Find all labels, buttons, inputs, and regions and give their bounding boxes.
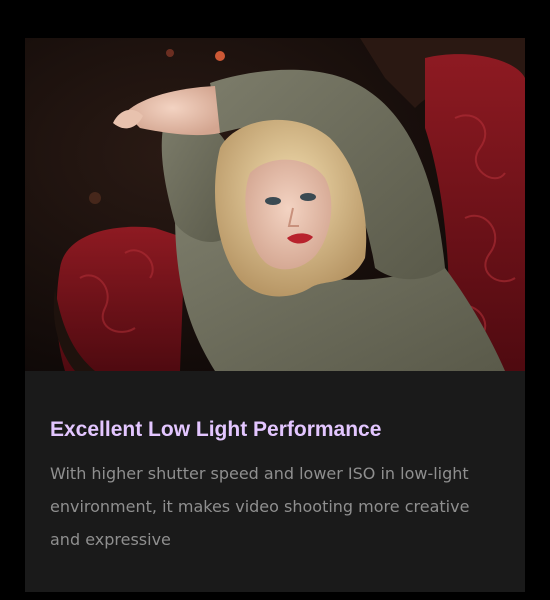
feature-title: Excellent Low Light Performance: [50, 418, 382, 441]
feature-card: Excellent Low Light Performance With hig…: [25, 38, 525, 592]
page: Excellent Low Light Performance With hig…: [0, 0, 550, 600]
feature-text: Excellent Low Light Performance With hig…: [50, 417, 510, 556]
photo-illustration: [25, 38, 525, 371]
feature-description: With higher shutter speed and lower ISO …: [50, 464, 470, 549]
feature-photo: [25, 38, 525, 371]
